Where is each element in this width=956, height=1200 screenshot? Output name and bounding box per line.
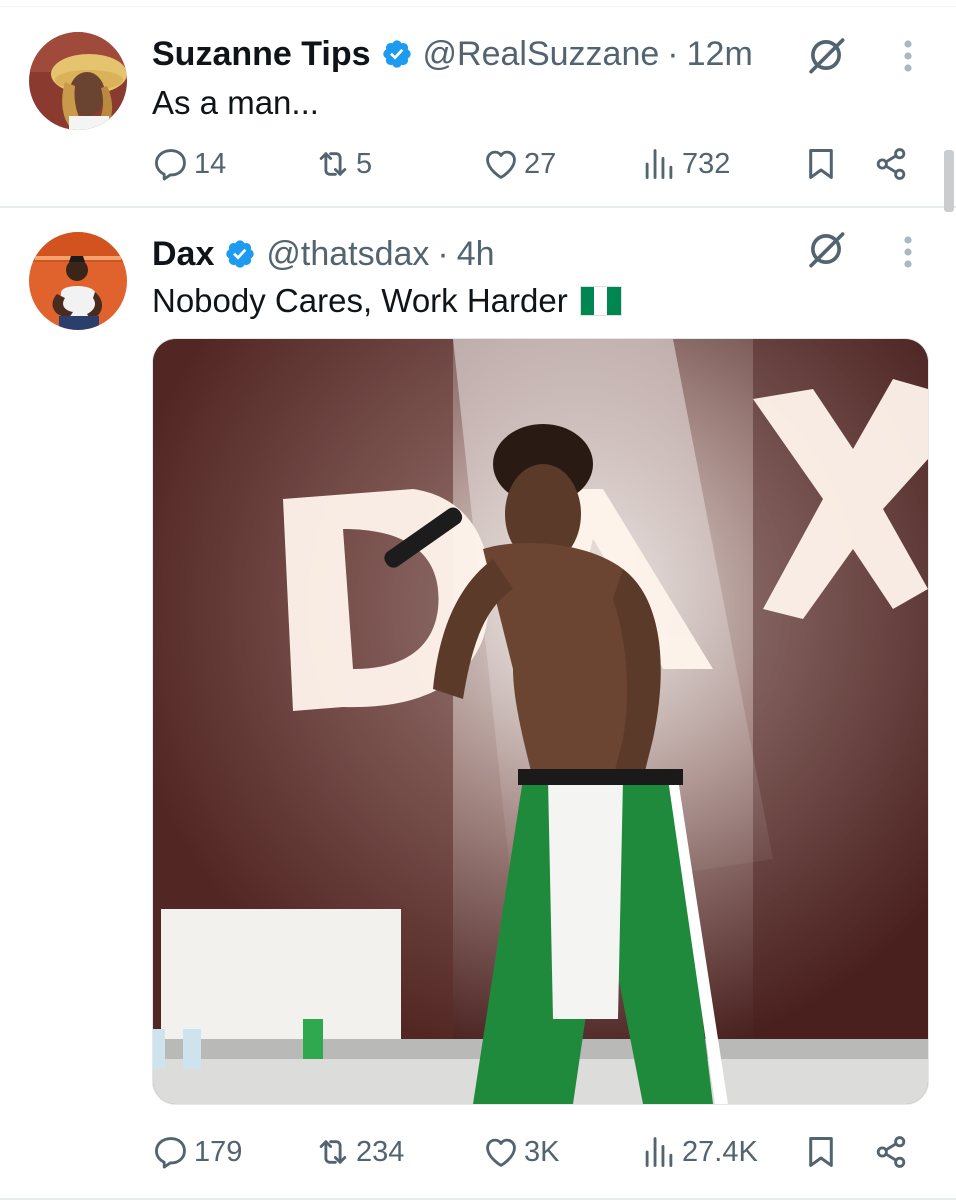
views-button[interactable]: 27.4K	[640, 1130, 758, 1174]
photo-scene	[153, 339, 928, 1104]
like-icon	[482, 1133, 520, 1171]
views-icon	[640, 145, 678, 183]
like-count: 3K	[524, 1135, 560, 1168]
tweet-text: As a man...	[152, 84, 319, 121]
views-icon	[640, 1133, 678, 1171]
share-button[interactable]	[872, 1130, 914, 1174]
timestamp[interactable]: 4h	[457, 235, 495, 274]
views-count: 27.4K	[682, 1135, 758, 1168]
avatar[interactable]	[29, 32, 127, 130]
views-button[interactable]: 732	[640, 142, 730, 186]
bookmark-icon	[802, 1133, 840, 1171]
user-handle[interactable]: @thatsdax	[266, 235, 429, 274]
avatar[interactable]	[29, 232, 127, 330]
bookmark-icon	[802, 145, 840, 183]
repost-count: 5	[356, 147, 373, 180]
tweet-text-content: Nobody Cares, Work Harder	[152, 282, 568, 319]
tweet-photo[interactable]	[152, 338, 929, 1105]
repost-button[interactable]: 5	[314, 142, 372, 186]
repost-icon	[314, 1133, 352, 1171]
share-icon	[872, 145, 910, 183]
separator-dot: ·	[667, 34, 679, 73]
reply-button[interactable]: 14	[152, 142, 226, 186]
like-button[interactable]: 27	[482, 142, 556, 186]
reply-button[interactable]: 179	[152, 1130, 242, 1174]
nigeria-flag-icon	[579, 286, 622, 316]
like-icon	[482, 145, 520, 183]
like-count: 27	[524, 147, 557, 180]
tweet[interactable]: Suzanne Tips @RealSuzzane · 12m As a man…	[0, 8, 956, 208]
verified-badge-icon	[381, 38, 413, 70]
reply-count: 14	[194, 147, 227, 180]
more-icon[interactable]	[902, 36, 914, 76]
repost-button[interactable]: 234	[314, 1130, 404, 1174]
scrollbar-thumb[interactable]	[944, 150, 954, 212]
share-button[interactable]	[872, 142, 914, 186]
timestamp[interactable]: 12m	[687, 35, 753, 74]
tweet-header: Dax @thatsdax · 4h	[152, 234, 495, 274]
display-name[interactable]: Suzanne Tips	[152, 35, 371, 74]
reply-icon	[152, 145, 190, 183]
user-handle[interactable]: @RealSuzzane	[423, 35, 660, 74]
tweet-actions: 14 5 27 732	[152, 142, 912, 186]
tweet[interactable]: Dax @thatsdax · 4h Nobody Cares, Work Ha…	[0, 208, 956, 1200]
like-button[interactable]: 3K	[482, 1130, 559, 1174]
top-divider	[0, 0, 956, 7]
repost-count: 234	[356, 1135, 405, 1168]
bookmark-button[interactable]	[802, 142, 844, 186]
display-name[interactable]: Dax	[152, 235, 214, 274]
tweet-header: Suzanne Tips @RealSuzzane · 12m	[152, 34, 753, 74]
reply-icon	[152, 1133, 190, 1171]
grok-icon[interactable]	[805, 228, 847, 270]
views-count: 732	[682, 147, 731, 180]
reply-count: 179	[194, 1135, 243, 1168]
more-icon[interactable]	[902, 232, 914, 272]
tweet-actions: 179 234 3K 27.4K	[152, 1130, 912, 1174]
verified-badge-icon	[224, 238, 256, 270]
tweet-text: Nobody Cares, Work Harder	[152, 282, 622, 320]
share-icon	[872, 1133, 910, 1171]
grok-icon[interactable]	[805, 34, 847, 76]
separator-dot: ·	[437, 234, 449, 273]
bookmark-button[interactable]	[802, 1130, 844, 1174]
repost-icon	[314, 145, 352, 183]
